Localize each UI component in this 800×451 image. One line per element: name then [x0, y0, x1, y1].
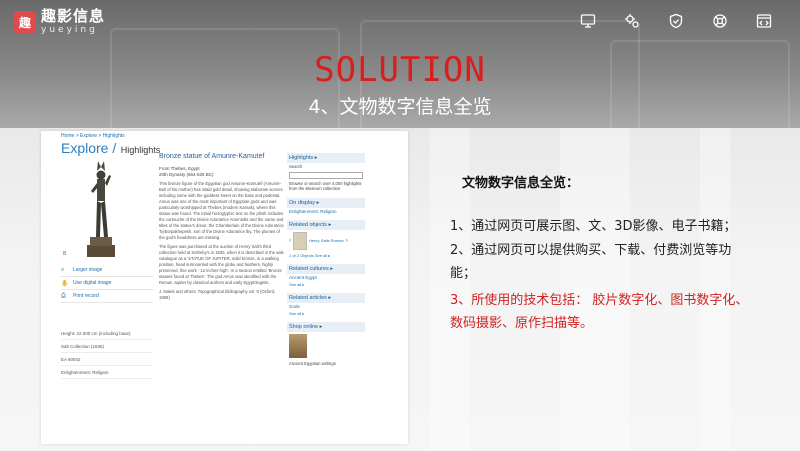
on-display-link[interactable]: Enlightenment: Religion [287, 208, 365, 215]
brand-name-cn: 趣影信息 [41, 7, 106, 25]
article-paragraph: The figure was purchased at the auction … [159, 244, 284, 285]
sidebar-heading-related-articles[interactable]: Related articles ▸ [287, 292, 365, 303]
page-title: Explore / Highlights [61, 140, 160, 158]
meta-row: EA 60042 [61, 353, 153, 366]
sidebar-heading-on-display[interactable]: On display ▸ [287, 197, 365, 208]
sidebar-heading-highlights[interactable]: Highlights ▸ [287, 153, 365, 163]
statue-image[interactable] [71, 159, 131, 259]
meta-row: Enlightenment: Religion [61, 366, 153, 379]
see-all-link[interactable]: See all ▸ [287, 281, 365, 288]
article-title: Bronze statue of Amunre-Kamutef [159, 153, 265, 160]
image-actions: ⌕ Larger image ✋ Use digital image ⎙ Pri… [61, 264, 153, 303]
related-object-item[interactable]: ‹ Henry Salts Roman › [287, 230, 365, 252]
search-input[interactable] [289, 171, 363, 179]
slide-title: SOLUTION [314, 50, 486, 90]
print-record-link[interactable]: ⎙ Print record [61, 290, 153, 303]
use-digital-image-link[interactable]: ✋ Use digital image [61, 277, 153, 290]
support-icon[interactable] [712, 13, 728, 29]
see-all-link[interactable]: See all ▸ [315, 253, 330, 258]
brand-logo[interactable]: 趣 趣影信息 yueying [14, 9, 105, 35]
slide-subtitle: 4、文物数字信息全览 [308, 96, 492, 118]
sidebar-heading-shop[interactable]: Shop online ▸ [287, 321, 365, 332]
sidebar-heading-related-cultures[interactable]: Related cultures ▸ [287, 263, 365, 274]
code-window-icon[interactable] [756, 13, 772, 29]
print-icon: ⎙ [61, 292, 66, 299]
page-sidebar: Highlights ▸ Search Browse or search ove… [287, 153, 365, 367]
object-metadata: Height: 22.000 cm (including base) Salt … [61, 327, 153, 379]
article-dynasty: 20th Dynasty (664-525 BC) [159, 172, 214, 177]
panel-line-2a: 2、通过网页可以提供购买、下载、付费浏览等功 [450, 243, 732, 258]
explore-heading: Explore / [61, 140, 117, 156]
article-paragraph: This bronze figure of the Egyptian god A… [159, 181, 284, 240]
search-label: Search [289, 164, 303, 169]
hand-icon: ✋ [61, 280, 69, 287]
chevron-left-icon[interactable]: ‹ [289, 238, 291, 244]
breadcrumb[interactable]: Home > Explore > Highlights [61, 133, 125, 139]
shop-product-label[interactable]: Ancient Egyptian writings [287, 360, 365, 368]
related-object-label: Henry Salts Roman [309, 238, 344, 243]
monitor-icon[interactable] [580, 13, 596, 29]
chevron-right-icon[interactable]: › [346, 238, 348, 244]
museum-webpage-screenshot: Home > Explore > Highlights Explore / Hi… [41, 131, 408, 444]
image-marker: B [63, 251, 67, 257]
shop-product-image[interactable] [289, 333, 307, 358]
meta-row: Height: 22.000 cm (including base) [61, 327, 153, 340]
search-icon: ⌕ [61, 266, 65, 273]
top-toolbar [580, 13, 772, 29]
brand-name-en: yueying [41, 25, 98, 35]
sidebar-heading-related-objects[interactable]: Related objects ▸ [287, 219, 365, 230]
related-object-thumbnail [293, 231, 307, 250]
panel-heading: 文物数字信息全览： [462, 176, 580, 191]
gear-network-icon[interactable] [624, 13, 640, 29]
larger-image-link[interactable]: ⌕ Larger image [61, 264, 153, 277]
see-all-link[interactable]: See all ▸ [287, 310, 365, 317]
logo-mark-icon: 趣 [14, 11, 36, 33]
object-article: Bronze statue of Amunre-Kamutef From The… [159, 153, 285, 301]
meta-row: Salt Collection (1835) [61, 340, 153, 353]
article-reference: J. Malek and others, Topographical bibli… [159, 289, 276, 300]
panel-line-2b: 能； [450, 266, 477, 281]
panel-line-1: 1、通过网页可展示图、文、3D影像、电子书籍； [450, 219, 737, 234]
highlights-heading: Highlights [120, 145, 161, 155]
related-pager: 1 of 2 Objects See all ▸ [289, 252, 331, 258]
shield-check-icon[interactable] [668, 13, 684, 29]
panel-line-3a: 3、所使用的技术包括： 胶片数字化、图书数字化、 [450, 293, 749, 308]
browse-text: Browse or search over 4,000 highlights f… [289, 180, 362, 192]
article-link[interactable]: Gods [287, 303, 365, 310]
culture-link[interactable]: Ancient Egypt [287, 274, 365, 281]
panel-line-3b: 数码摄影、原作扫描等。 [450, 316, 594, 331]
